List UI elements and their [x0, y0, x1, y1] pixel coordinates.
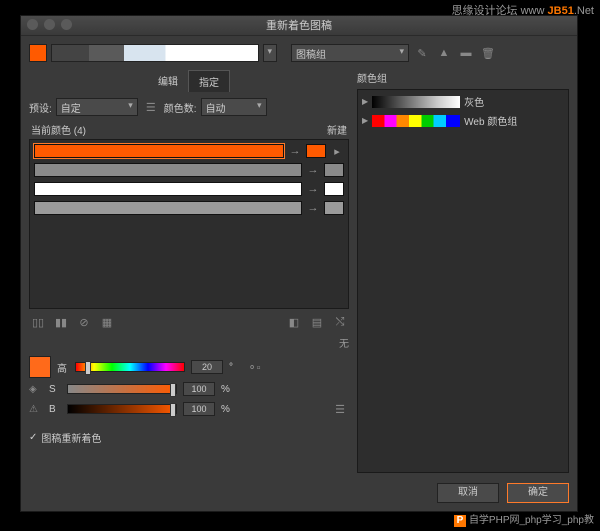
color-group-list: ▶ 灰色 ▶ Web 颜色组	[357, 89, 569, 473]
group-select[interactable]: 图稿组	[291, 44, 409, 62]
group-swatch-web	[372, 115, 460, 127]
arrow-icon: →	[306, 183, 320, 195]
dialog-buttons: 取消 确定	[357, 483, 569, 503]
preset-select[interactable]: 自定	[56, 98, 138, 116]
slider-swatch[interactable]	[29, 356, 51, 378]
window-title: 重新着色图稿	[21, 16, 577, 36]
group-row[interactable]: ▶ 灰色	[362, 94, 564, 109]
hue-input[interactable]: 20	[191, 360, 223, 374]
color-list: →▸ → → →	[29, 139, 349, 309]
artwork-colors-bar[interactable]	[51, 44, 259, 62]
exclude-icon[interactable]: ⊘	[75, 313, 93, 331]
recolor-checkbox[interactable]: ✓ 图稿重新着色	[29, 430, 349, 445]
arrow-icon: →	[288, 145, 302, 157]
preset-value: 自定	[61, 100, 81, 115]
new-row-icon[interactable]: ▦	[98, 313, 116, 331]
group-label: Web 颜色组	[464, 113, 517, 128]
active-color-swatch[interactable]	[29, 44, 47, 62]
count-label: 颜色数:	[164, 100, 197, 115]
random-icon[interactable]: ⤭	[331, 313, 349, 331]
wm-suffix: .Net	[574, 5, 594, 17]
slider-mode-icon[interactable]: ☰	[331, 400, 349, 418]
color-groups-label: 颜色组	[357, 70, 569, 85]
list-tools: ▯▯ ▮▮ ⊘ ▦ ◧ ▤ ⤭	[29, 313, 349, 331]
count-select[interactable]: 自动	[201, 98, 267, 116]
hue-unit: °	[229, 362, 233, 373]
separate-icon[interactable]: ▮▮	[52, 313, 70, 331]
color-row[interactable]: →	[34, 182, 344, 196]
cancel-button[interactable]: 取消	[437, 483, 499, 503]
arrow-icon: →	[306, 164, 320, 176]
row-menu-icon[interactable]: ▸	[330, 145, 344, 158]
color-row[interactable]: →▸	[34, 144, 344, 158]
sat-slider[interactable]	[67, 384, 177, 394]
preset-row: 预设: 自定 ☰ 颜色数: 自动	[29, 98, 349, 116]
target-swatch[interactable]	[324, 201, 344, 215]
bri-input[interactable]: 100	[183, 402, 215, 416]
bri-slider[interactable]	[67, 404, 177, 414]
target-swatch[interactable]	[324, 163, 344, 177]
watermark-top: 思缘设计论坛 www JB51.Net	[452, 2, 594, 18]
checkbox-label: 图稿重新着色	[41, 430, 101, 445]
colorlist-header: 当前颜色 (4) 新建	[29, 122, 349, 139]
sat-input[interactable]: 100	[183, 382, 215, 396]
group-select-label: 图稿组	[296, 46, 326, 61]
preset-menu-icon[interactable]: ☰	[142, 98, 160, 116]
wm-badge: P	[454, 515, 466, 527]
check-icon: ✓	[29, 432, 37, 443]
bri-unit: %	[221, 404, 230, 415]
link-icon[interactable]: ⚬▫	[245, 358, 263, 376]
new-label: 新建	[327, 122, 347, 137]
disclosure-icon[interactable]: ▶	[362, 116, 368, 125]
artwork-dropdown[interactable]	[263, 44, 277, 62]
count-value: 自动	[206, 100, 226, 115]
find-icon[interactable]: ◧	[285, 313, 303, 331]
group-row[interactable]: ▶ Web 颜色组	[362, 113, 564, 128]
current-colors-label: 当前颜色 (4)	[31, 122, 86, 137]
traffic-lights[interactable]	[27, 19, 72, 30]
color-row[interactable]: →	[34, 201, 344, 215]
arrow-icon: →	[306, 202, 320, 214]
b-label: B	[49, 404, 61, 415]
ok-button[interactable]: 确定	[507, 483, 569, 503]
none-label: 无	[29, 335, 349, 350]
top-row: 图稿组 ✎ ▲ ▬ 🗑	[29, 44, 569, 62]
target-swatch[interactable]	[324, 182, 344, 196]
wm-brand: JB51	[548, 5, 574, 17]
target-swatch[interactable]	[306, 144, 326, 158]
trash-icon[interactable]: 🗑	[479, 44, 497, 62]
hue-slider[interactable]	[75, 362, 185, 372]
tab-edit[interactable]: 编辑	[148, 70, 188, 92]
tabs: 编辑 指定	[29, 70, 349, 92]
cube-icon: ◈	[29, 384, 43, 395]
titlebar: 重新着色图稿	[21, 16, 577, 36]
s-label: S	[49, 384, 61, 395]
group-swatch-gray	[372, 96, 460, 108]
left-panel: 编辑 指定 预设: 自定 ☰ 颜色数: 自动 当前颜色 (4) 新建 →▸ →	[29, 70, 349, 503]
wm-bottom-text: 自学PHP网_php学习_php教	[469, 515, 594, 526]
h-label: 高	[57, 360, 69, 375]
eyedropper-icon[interactable]: ✎	[413, 44, 431, 62]
watermark-bottom: P自学PHP网_php学习_php教	[454, 511, 594, 527]
save-group-icon[interactable]: ▲	[435, 44, 453, 62]
sliders: 高 20 ° ⚬▫ ◈ S 100 % ⚠	[29, 356, 349, 422]
right-panel: 颜色组 ▶ 灰色 ▶ Web 颜色组 取消 确定	[357, 70, 569, 503]
wm-text: 思缘设计论坛 www	[452, 5, 545, 17]
sat-unit: %	[221, 384, 230, 395]
disclosure-icon[interactable]: ▶	[362, 97, 368, 106]
recolor-dialog: 重新着色图稿 图稿组 ✎ ▲ ▬ 🗑 编辑 指定 预设: 自定 ☰	[20, 15, 578, 512]
warn-icon: ⚠	[29, 404, 43, 415]
preset-label: 预设:	[29, 100, 52, 115]
group-label: 灰色	[464, 94, 484, 109]
color-row[interactable]: →	[34, 163, 344, 177]
folder-icon[interactable]: ▬	[457, 44, 475, 62]
merge-icon[interactable]: ▯▯	[29, 313, 47, 331]
sort-icon[interactable]: ▤	[308, 313, 326, 331]
tab-assign[interactable]: 指定	[188, 70, 230, 92]
